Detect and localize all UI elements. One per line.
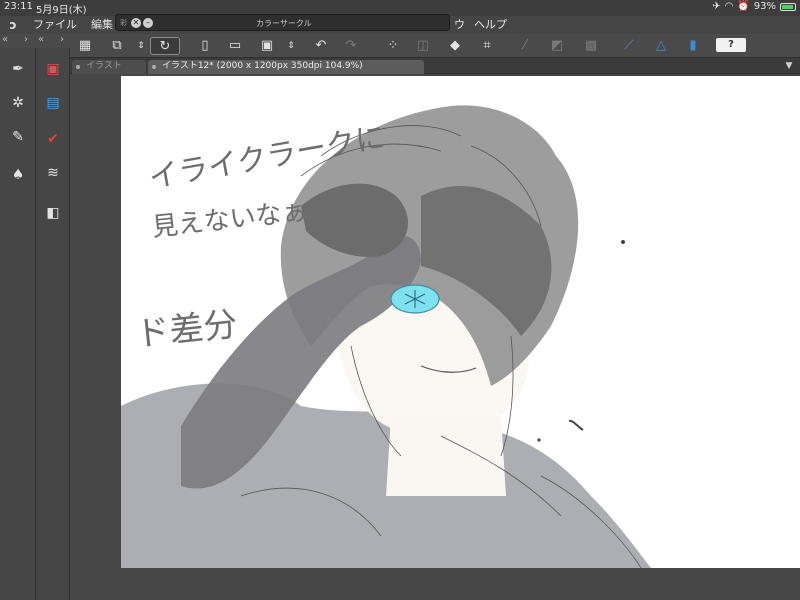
help-button[interactable]: ? <box>716 38 746 52</box>
undo-icon[interactable]: ↶ <box>312 37 330 55</box>
tone-icon[interactable]: ◩ <box>548 37 566 55</box>
minimize-icon[interactable]: – <box>143 18 153 28</box>
collapse-left-icon[interactable]: « <box>2 34 8 45</box>
color-palette-icon[interactable]: ▣ <box>41 58 65 80</box>
snap-special-ruler-icon[interactable]: △ <box>652 37 670 55</box>
open-folder-icon[interactable]: ▭ <box>226 37 244 55</box>
save-icon[interactable]: ▣ <box>258 37 276 55</box>
save-menu-icon[interactable]: ⇕ <box>282 37 300 55</box>
tabs-menu-icon[interactable]: ▼ <box>782 60 796 72</box>
tool-property-icon[interactable]: ✔ <box>41 128 65 150</box>
navigator-icon[interactable]: ◧ <box>41 202 65 224</box>
eraser-tool-icon[interactable]: ✎ <box>6 126 30 148</box>
layers-icon[interactable]: ≋ <box>41 162 65 184</box>
palette-toggle-icon[interactable]: ⧉ <box>108 37 126 55</box>
handwriting-line-3: ド差分 <box>134 305 240 355</box>
expand-right-icon-2[interactable]: › <box>60 34 64 45</box>
wifi-icon: ◠ <box>724 1 734 12</box>
app-window: 23:11 5月9日(木) ✈ ◠ ⏰ 93% ↄ ファイル 編集 ウ ヘルプ … <box>0 0 800 600</box>
tab-dot-icon <box>152 65 156 69</box>
document-tabs: イラスト14[9] イラスト12* (2000 x 1200px 350dpi … <box>70 58 800 84</box>
fountain-pen-icon[interactable]: ♠ <box>6 164 30 186</box>
new-file-icon[interactable]: ▯ <box>196 37 214 55</box>
snap-ruler-icon[interactable]: ⟋ <box>620 37 638 55</box>
tab-label: イラスト12* (2000 x 1200px 350dpi 104.9%) <box>162 61 363 71</box>
transform-icon[interactable]: ◫ <box>414 37 432 55</box>
stray-stroke <box>568 419 584 431</box>
command-bar: ▦ ⧉ ⇕ ↻ ▯ ▭ ▣ ⇕ ↶ ↷ ⁘ ◫ ◆ ⌗ ⁄ ◩ ▩ ⟋ △ ▮ … <box>0 34 800 58</box>
status-indicators: ✈ ◠ ⏰ 93% <box>712 1 796 12</box>
menu-window[interactable]: ウ <box>450 16 469 34</box>
battery-icon <box>780 3 796 11</box>
collapse-left-icon-2[interactable]: « <box>38 34 44 45</box>
crop-icon[interactable]: ⌗ <box>478 37 496 55</box>
expand-right-icon[interactable]: › <box>24 34 28 45</box>
tab-dot-icon <box>76 65 80 69</box>
palette-tag: 彩 <box>120 19 127 27</box>
status-date: 5月9日(木) <box>36 5 87 16</box>
redo-icon[interactable]: ↷ <box>342 37 360 55</box>
menu-file[interactable]: ファイル <box>26 16 84 34</box>
neck-shape <box>386 416 506 496</box>
fill-icon[interactable]: ◆ <box>446 37 464 55</box>
sub-tool-palette: ▣ ▤ ✔ ≋ ◧ <box>36 48 70 600</box>
updown-icon[interactable]: ⇕ <box>132 37 150 55</box>
spiral-icon[interactable]: ↻ <box>150 37 180 55</box>
alarm-icon: ⏰ <box>737 1 750 12</box>
stray-dot <box>621 240 625 244</box>
artwork: イライクラークに 見えないなぁ ド差分 <box>121 105 651 568</box>
brush-settings-icon[interactable]: ✲ <box>6 92 30 114</box>
drawing-canvas[interactable]: イライクラークに 見えないなぁ ド差分 <box>121 76 800 568</box>
clip-studio-logo-icon[interactable]: ↄ <box>0 16 26 34</box>
palette-title: カラーサークル <box>256 19 312 28</box>
stray-dot <box>537 438 541 442</box>
tool-palette: ✒ ✲ ✎ ♠ <box>0 48 36 600</box>
menu-help[interactable]: ヘルプ <box>470 16 511 34</box>
selection-icon[interactable]: ⁘ <box>384 37 402 55</box>
grid-icon[interactable]: ▩ <box>582 37 600 55</box>
close-icon[interactable]: ✕ <box>131 18 141 28</box>
panel-collapse-arrows: « › « › <box>0 34 70 48</box>
color-set-icon[interactable]: ▤ <box>41 92 65 114</box>
tab-illust-14[interactable]: イラスト14[9] <box>72 60 146 84</box>
grid-layout-icon[interactable]: ▦ <box>76 37 94 55</box>
ruler-off-icon[interactable]: ⁄ <box>516 37 534 55</box>
tab-illust-12[interactable]: イラスト12* (2000 x 1200px 350dpi 104.9%) <box>148 60 424 74</box>
status-time: 23:11 <box>4 1 33 12</box>
airplane-icon: ✈ <box>712 1 721 12</box>
snap-grid-icon[interactable]: ▮ <box>684 37 702 55</box>
color-circle-palette[interactable]: 彩 ✕ – カラーサークル <box>115 14 450 31</box>
battery-percent: 93% <box>753 1 776 12</box>
pen-tool-icon[interactable]: ✒ <box>6 58 30 80</box>
canvas-area[interactable]: イライクラークに 見えないなぁ ド差分 <box>70 74 800 600</box>
